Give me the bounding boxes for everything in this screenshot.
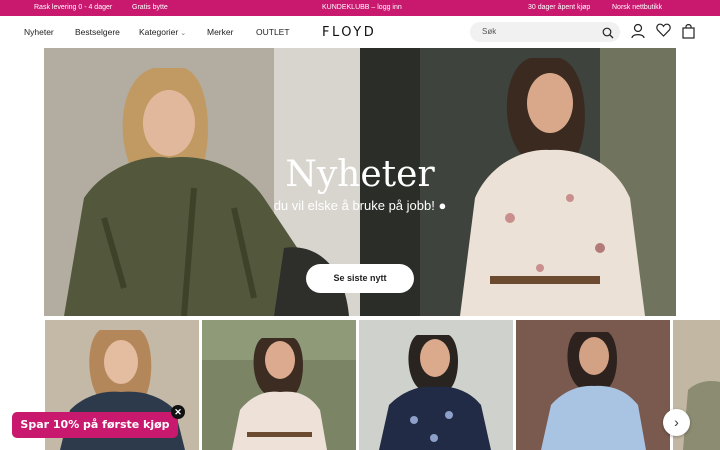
nav-item-outlet[interactable]: OUTLET	[256, 27, 290, 37]
norwegian-store-info: Norsk nettbutikk	[612, 4, 663, 11]
hero-banner[interactable]: Nyheter du vil elske å bruke på jobb! ● …	[44, 48, 676, 316]
nav-item-kategorier-label: Kategorier	[139, 27, 179, 37]
product-image	[202, 320, 356, 450]
product-tile[interactable]	[516, 320, 670, 450]
top-promo-bar: Rask levering 0 - 4 dager Gratis bytte K…	[0, 0, 720, 16]
search-input[interactable]: Søk	[470, 22, 620, 42]
product-image	[359, 320, 513, 450]
close-icon[interactable]: ✕	[171, 405, 185, 419]
customer-club-link[interactable]: KUNDEKLUBB – logg inn	[322, 4, 402, 11]
see-latest-button[interactable]: Se siste nytt	[306, 264, 414, 293]
heart-icon[interactable]	[656, 23, 671, 42]
nav-item-nyheter[interactable]: Nyheter	[24, 27, 54, 37]
user-icon[interactable]	[631, 23, 645, 44]
floyd-logo[interactable]: FLOYD	[322, 25, 376, 40]
first-purchase-discount-button[interactable]: Spar 10% på første kjøp	[12, 412, 178, 438]
chevron-down-icon: ⌄	[180, 30, 187, 37]
nav-item-kategorier[interactable]: Kategorier ⌄	[139, 27, 186, 37]
shipping-info: Rask levering 0 - 4 dager	[34, 4, 113, 11]
search-icon[interactable]	[602, 26, 614, 44]
open-purchase-info: 30 dager åpent kjøp	[528, 4, 591, 11]
bag-icon[interactable]	[682, 23, 695, 44]
site-header: Nyheter Bestselgere Kategorier ⌄ Merker O…	[0, 16, 720, 48]
hero-title: Nyheter	[285, 154, 435, 195]
product-tile[interactable]	[202, 320, 356, 450]
nav-item-bestselgere[interactable]: Bestselgere	[75, 27, 120, 37]
search-placeholder: Søk	[482, 27, 497, 36]
nav-item-merker[interactable]: Merker	[207, 27, 233, 37]
product-image	[516, 320, 670, 450]
hero-subtitle: du vil elske å bruke på jobb! ●	[273, 198, 447, 213]
returns-info: Gratis bytte	[132, 4, 168, 11]
chevron-right-icon: ›	[674, 414, 679, 430]
carousel-next-button[interactable]: ›	[663, 409, 690, 436]
product-tile[interactable]	[359, 320, 513, 450]
